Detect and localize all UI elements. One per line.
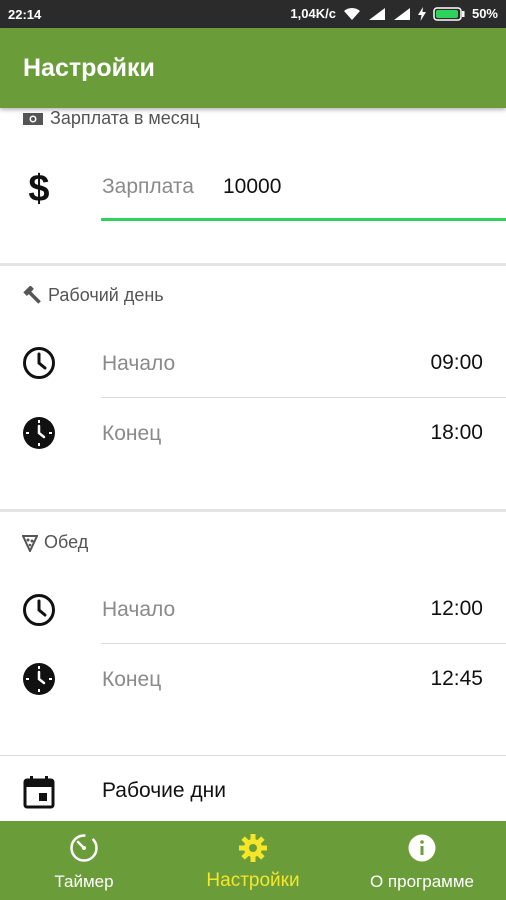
- timer-icon: [69, 833, 99, 863]
- nav-settings-label: Настройки: [206, 870, 300, 891]
- workday-section-header: Рабочий день: [22, 285, 164, 306]
- lunch-end-label: Конец: [102, 668, 162, 691]
- dollar-icon: $: [22, 168, 56, 208]
- page-title: Настройки: [23, 54, 155, 82]
- workday-section-title: Рабочий день: [48, 285, 164, 305]
- money-icon: [22, 111, 44, 127]
- row-divider: [101, 397, 506, 398]
- salary-input[interactable]: 10000: [223, 175, 281, 199]
- workday-end-label: Конец: [102, 422, 162, 445]
- signal-icon-2: [393, 7, 411, 21]
- charging-icon: [417, 6, 426, 21]
- salary-input-underline: [101, 218, 506, 221]
- battery-icon: [433, 6, 465, 21]
- clock-filled-icon: [22, 662, 56, 696]
- salary-field-label: Зарплата: [102, 175, 194, 198]
- status-time: 22:14: [8, 7, 42, 22]
- salary-section-header: Зарплата в месяц: [22, 108, 200, 129]
- bottom-nav: Таймер Настройки О программе: [0, 821, 506, 900]
- nav-about[interactable]: О программе: [338, 821, 506, 900]
- battery-percent: 50%: [471, 6, 498, 21]
- clock-icon: [22, 346, 56, 380]
- status-bar: 22:14 1,04K/c 50%: [0, 0, 506, 28]
- workday-end-value[interactable]: 18:00: [430, 421, 483, 445]
- svg-text:$: $: [28, 168, 49, 208]
- clock-icon: [22, 593, 56, 627]
- app-bar: Настройки: [0, 28, 506, 108]
- section-divider: [0, 755, 506, 756]
- workdays-button[interactable]: Рабочие дни: [102, 779, 226, 803]
- salary-section-title: Зарплата в месяц: [50, 108, 200, 128]
- nav-timer-label: Таймер: [54, 872, 114, 891]
- lunch-start-value[interactable]: 12:00: [430, 597, 483, 621]
- workday-start-value[interactable]: 09:00: [430, 351, 483, 375]
- hammer-icon: [22, 285, 42, 306]
- lunch-section-header: Обед: [22, 532, 88, 553]
- clock-filled-icon: [22, 416, 56, 450]
- workday-start-label: Начало: [102, 352, 176, 375]
- pizza-icon: [22, 534, 38, 552]
- lunch-end-value[interactable]: 12:45: [430, 667, 483, 691]
- row-divider: [101, 643, 506, 644]
- nav-about-label: О программе: [369, 872, 474, 891]
- section-divider: [0, 263, 506, 266]
- network-speed: 1,04K/c: [290, 6, 336, 21]
- info-icon: [407, 833, 437, 863]
- signal-icon: [368, 7, 386, 21]
- settings-icon: [238, 833, 268, 863]
- nav-timer[interactable]: Таймер: [0, 821, 168, 900]
- calendar-icon: [22, 775, 56, 809]
- lunch-section-title: Обед: [44, 532, 89, 552]
- status-right: 1,04K/c 50%: [290, 6, 498, 21]
- wifi-icon: [343, 7, 361, 21]
- section-divider: [0, 509, 506, 512]
- lunch-start-label: Начало: [102, 598, 176, 621]
- nav-settings[interactable]: Настройки: [169, 821, 337, 900]
